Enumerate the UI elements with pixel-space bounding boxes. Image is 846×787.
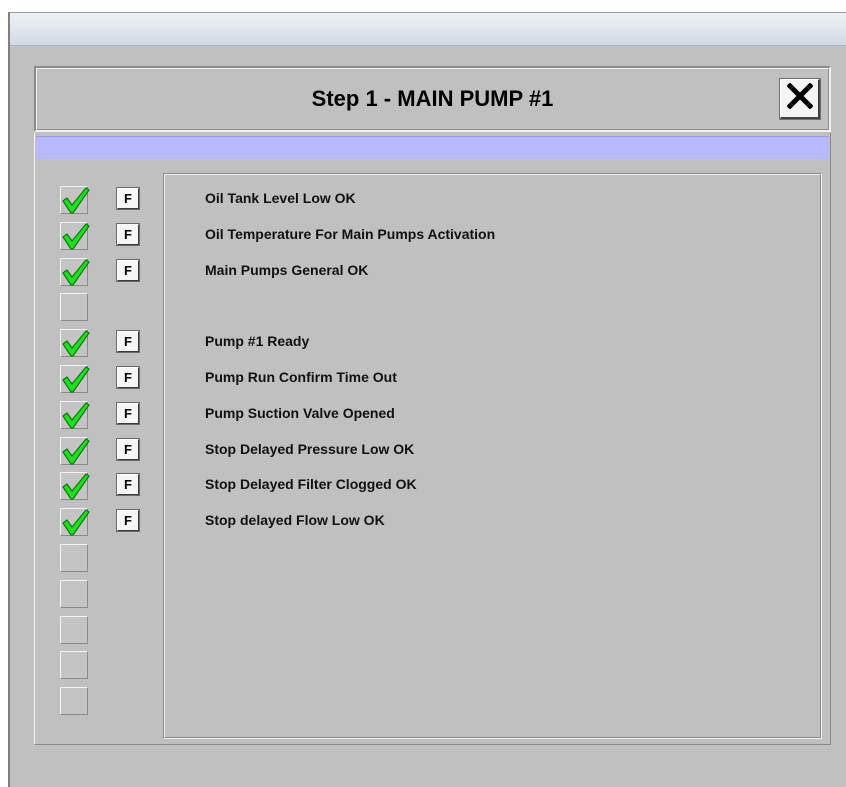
condition-row (35, 615, 815, 646)
checkmark-icon (62, 473, 90, 500)
condition-row: F Pump #1 Ready (35, 329, 815, 359)
condition-row: F Oil Tank Level Low OK (35, 186, 815, 216)
checkmark-icon (62, 509, 90, 536)
condition-label: Pump #1 Ready (205, 333, 310, 350)
condition-row: F Stop Delayed Pressure Low OK (35, 436, 815, 467)
status-empty (60, 544, 88, 572)
condition-row: F Main Pumps General OK (35, 257, 815, 288)
condition-label: Pump Run Confirm Time Out (205, 369, 397, 385)
status-checked (60, 508, 90, 537)
condition-row (35, 687, 815, 717)
condition-row (35, 651, 815, 681)
force-button[interactable]: F (116, 509, 140, 533)
condition-row: F Stop Delayed Filter Clogged OK (35, 472, 815, 502)
condition-label: Oil Temperature For Main Pumps Activatio… (205, 225, 496, 242)
checkmark-icon (62, 330, 90, 357)
status-checked (60, 400, 90, 429)
condition-row (35, 579, 815, 610)
condition-label: Stop Delayed Filter Clogged OK (205, 476, 417, 493)
step-window: Step 1 - MAIN PUMP #1 F Oil Tank Level Lo… (8, 12, 846, 787)
status-empty (60, 615, 88, 644)
checkmark-icon (62, 258, 90, 286)
status-checked (60, 329, 90, 358)
status-checked (60, 221, 90, 250)
condition-label: Stop delayed Flow Low OK (205, 512, 385, 529)
condition-label: Pump Suction Valve Opened (205, 404, 395, 421)
condition-row (35, 544, 815, 574)
checkmark-icon (62, 402, 90, 429)
status-bar (36, 136, 829, 159)
force-button[interactable]: F (116, 330, 140, 354)
status-checked (60, 186, 90, 214)
condition-row (35, 293, 815, 323)
condition-row: F Stop delayed Flow Low OK (35, 508, 815, 538)
force-button[interactable]: F (116, 187, 140, 210)
condition-label: Main Pumps General OK (205, 261, 369, 278)
status-empty (60, 651, 88, 680)
force-button[interactable]: F (116, 366, 140, 389)
condition-label: Oil Tank Level Low OK (205, 190, 356, 206)
status-checked (60, 365, 90, 393)
force-button[interactable]: F (116, 258, 140, 282)
force-button[interactable]: F (116, 437, 140, 461)
status-empty (60, 293, 88, 322)
condition-label: Stop Delayed Pressure Low OK (205, 440, 415, 457)
status-empty (60, 687, 88, 716)
status-checked (60, 257, 90, 286)
force-button[interactable]: F (116, 473, 140, 497)
close-icon (785, 82, 814, 114)
condition-row: F Pump Suction Valve Opened (35, 400, 815, 431)
checkmark-icon (62, 437, 90, 465)
force-button[interactable]: F (116, 401, 140, 425)
condition-row: F Oil Temperature For Main Pumps Activati… (35, 221, 815, 252)
force-button[interactable]: F (116, 222, 140, 246)
status-checked (60, 472, 90, 501)
page-title: Step 1 - MAIN PUMP #1 (311, 86, 554, 111)
condition-row: F Pump Run Confirm Time Out (35, 365, 815, 395)
header-panel: Step 1 - MAIN PUMP #1 (34, 66, 831, 132)
checkmark-icon (62, 187, 90, 214)
window-titlebar[interactable] (10, 13, 846, 46)
checkmark-icon (62, 366, 90, 393)
status-empty (60, 579, 88, 608)
conditions-panel: F Oil Tank Level Low OK F Oil Temperature F… (34, 133, 831, 745)
checkmark-icon (62, 223, 90, 250)
status-checked (60, 436, 90, 465)
close-button[interactable] (779, 78, 821, 120)
